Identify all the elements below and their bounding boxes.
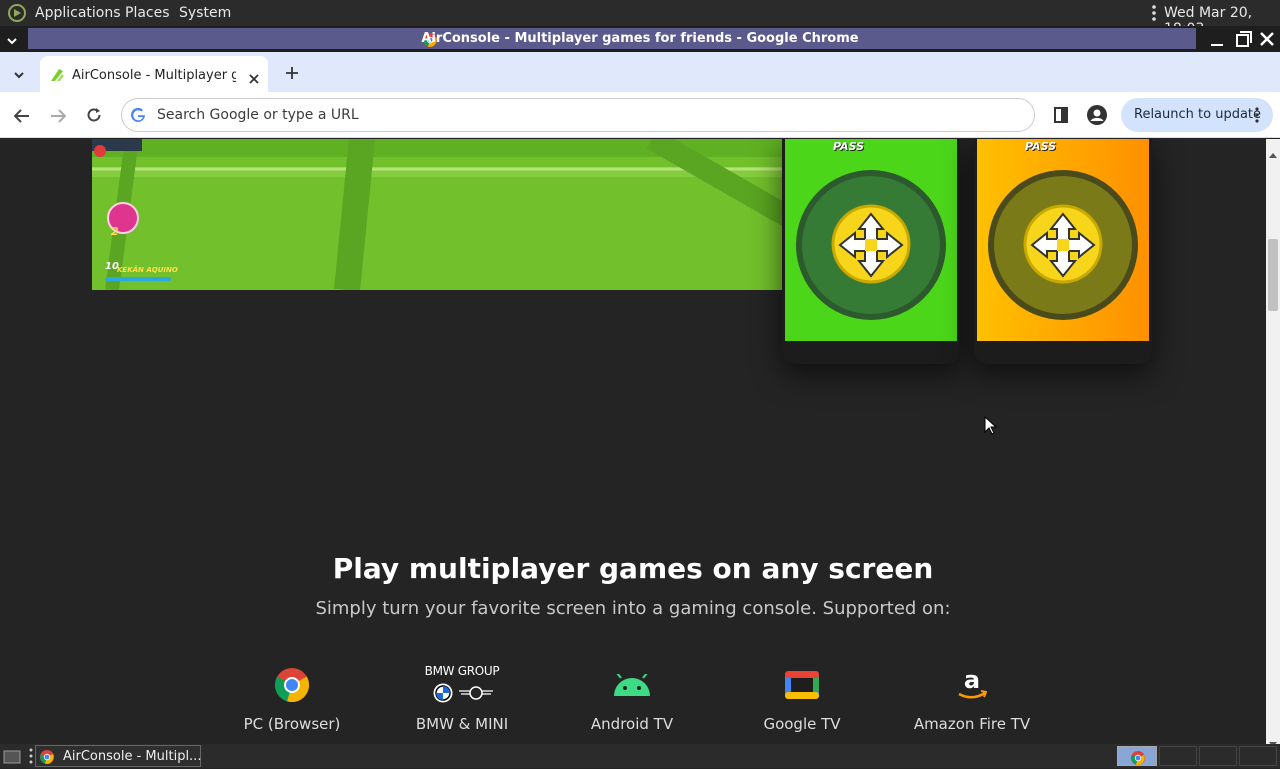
menu-applications[interactable]: Applications	[35, 5, 121, 21]
platform-label: Amazon Fire TV	[913, 715, 1031, 733]
relaunch-to-update-button[interactable]: Relaunch to update	[1121, 98, 1273, 132]
profile-avatar-icon[interactable]	[1087, 105, 1107, 129]
phone-screen-orange: PASS	[977, 139, 1149, 341]
section-heading: Play multiplayer games on any screen	[332, 552, 934, 585]
mini-wings-icon	[459, 686, 493, 700]
workspace-4[interactable]	[1239, 746, 1277, 766]
menu-places[interactable]: Places	[125, 5, 170, 21]
page-content: 2 10 KEKÄN AQUINO PASS PASS Play multipl…	[0, 139, 1266, 744]
omnibox-placeholder: Search Google or type a URL	[157, 107, 359, 123]
game-screenshot: 2 10 KEKÄN AQUINO	[92, 139, 792, 290]
window-menu-chevron-icon[interactable]	[6, 32, 18, 51]
tab-label: AirConsole - Multiplayer gam	[72, 68, 236, 83]
workspace-switcher[interactable]	[1117, 746, 1157, 766]
pass-label-2: PASS	[1025, 140, 1057, 153]
google-g-icon	[130, 107, 146, 127]
google-tv-icon	[785, 671, 819, 699]
page-scrollbar[interactable]	[1266, 139, 1280, 747]
chrome-icon	[275, 668, 309, 702]
browser-toolbar: Search Google or type a URL Relaunch to …	[0, 92, 1280, 138]
scroll-up-arrow-icon[interactable]	[1269, 143, 1277, 162]
android-icon	[614, 674, 650, 696]
side-panel-icon[interactable]	[1054, 107, 1068, 127]
player-number: 2	[111, 225, 119, 238]
amazon-icon: a	[958, 668, 987, 699]
platform-google-tv[interactable]: Google TV	[722, 666, 882, 744]
platform-label: Google TV	[763, 715, 841, 733]
mouse-pointer-icon	[984, 416, 998, 435]
minimize-icon[interactable]	[1210, 32, 1224, 51]
platform-bmw-mini[interactable]: BMW GROUP BMW & MINI	[382, 660, 542, 744]
bmw-roundel-icon	[433, 683, 453, 703]
chrome-icon	[1131, 750, 1145, 769]
address-bar[interactable]: Search Google or type a URL	[121, 98, 1035, 132]
taskbar-window-label: AirConsole - Multipl...	[63, 749, 202, 764]
new-tab-plus-icon[interactable]	[285, 65, 299, 84]
taskbar-handle-icon	[29, 748, 33, 768]
bottom-taskbar: AirConsole - Multipl...	[0, 744, 1280, 768]
workspace-3[interactable]	[1199, 746, 1237, 766]
player-bar	[105, 277, 171, 281]
menu-system[interactable]: System	[179, 5, 231, 21]
platform-amazon-fire-tv[interactable]: a Amazon Fire TV	[892, 666, 1052, 744]
tab-strip: AirConsole - Multiplayer gam	[0, 52, 1280, 92]
phone-controller-green: PASS	[782, 139, 960, 364]
maximize-icon[interactable]	[1236, 31, 1252, 51]
bmw-group-logo: BMW GROUP	[424, 664, 500, 678]
system-top-bar: Applications Places System Wed Mar 20, 1…	[0, 0, 1280, 37]
distro-logo-icon[interactable]	[8, 4, 26, 26]
window-title-bar[interactable]: AirConsole - Multiplayer games for frien…	[0, 26, 1280, 52]
svg-text:a: a	[964, 668, 980, 694]
forward-arrow-icon[interactable]	[50, 108, 67, 127]
platform-label: PC (Browser)	[243, 715, 341, 733]
tab-airconsole[interactable]: AirConsole - Multiplayer gam	[40, 56, 268, 92]
show-desktop-icon[interactable]	[3, 749, 21, 768]
tab-search-chevron-icon[interactable]	[13, 66, 25, 85]
window-title: AirConsole - Multiplayer games for frien…	[421, 31, 859, 46]
platform-label: BMW & MINI	[415, 715, 509, 733]
phone-controller-orange: PASS	[974, 139, 1152, 364]
workspace-2[interactable]	[1159, 746, 1197, 766]
phone-screen-green: PASS	[785, 139, 957, 341]
player-name: KEKÄN AQUINO	[117, 266, 178, 274]
tab-close-icon[interactable]	[249, 69, 259, 88]
dpad-controller-icon	[988, 170, 1138, 320]
platform-pc-browser[interactable]: PC (Browser)	[212, 666, 372, 744]
chrome-menu-kebab-icon[interactable]	[1254, 107, 1260, 127]
reload-icon[interactable]	[86, 107, 102, 127]
platform-android-tv[interactable]: Android TV	[552, 666, 712, 744]
section-subheading: Simply turn your favorite screen into a …	[315, 598, 951, 619]
pass-label-1: PASS	[833, 140, 865, 153]
back-arrow-icon[interactable]	[13, 108, 30, 127]
airconsole-favicon-icon	[49, 67, 65, 87]
close-window-icon[interactable]	[1260, 31, 1274, 50]
platform-label: Android TV	[590, 715, 674, 733]
taskbar-window-button[interactable]: AirConsole - Multipl...	[35, 745, 201, 767]
dpad-controller-icon	[796, 170, 946, 320]
kebab-menu-icon[interactable]	[1150, 5, 1158, 25]
chrome-icon	[40, 749, 54, 768]
relaunch-label: Relaunch to update	[1134, 107, 1262, 122]
scrollbar-thumb[interactable]	[1268, 239, 1278, 311]
